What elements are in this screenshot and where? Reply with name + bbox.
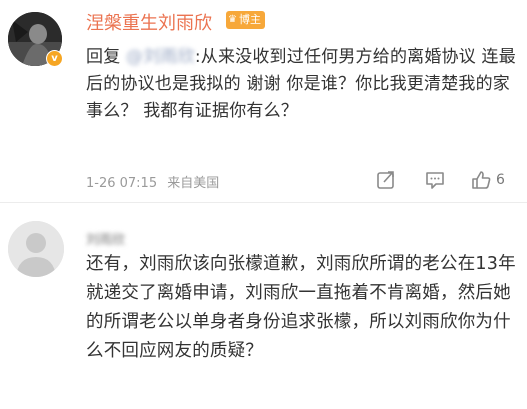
default-avatar-icon <box>8 221 64 277</box>
like-button[interactable]: 6 <box>470 168 505 192</box>
verified-badge-icon: v <box>46 50 63 67</box>
blogger-badge-label: 博主 <box>238 13 261 26</box>
thumbs-up-icon <box>472 171 491 189</box>
comment-item: v 涅槃重生刘雨欣 ♛ 博主 回复 @刘雨欣:从来没收到过任何男方给的离婚协议 … <box>0 0 527 202</box>
forward-button[interactable] <box>375 168 397 192</box>
blogger-badge: ♛ 博主 <box>226 11 265 29</box>
comment-username[interactable]: 刘雨欣 <box>86 229 125 248</box>
comment-source: 来自美国 <box>167 176 220 191</box>
comment-text: 还有，刘雨欣该向张檬道歉，刘雨欣所谓的老公在13年就递交了离婚申请，刘雨欣一直拖… <box>86 254 516 361</box>
avatar[interactable] <box>8 221 64 277</box>
comment-time: 1-26 07:15 <box>86 176 158 191</box>
crown-icon: ♛ <box>228 14 237 25</box>
reply-button[interactable] <box>424 168 446 192</box>
comment-icon <box>426 172 444 189</box>
share-icon <box>377 171 394 189</box>
comment-meta: 1-26 07:15 来自美国 <box>86 172 219 191</box>
reply-target-link[interactable]: @刘雨欣 <box>126 47 195 67</box>
comment-username[interactable]: 涅槃重生刘雨欣 <box>86 9 212 35</box>
comment-item: 刘雨欣 还有，刘雨欣该向张檬道歉，刘雨欣所谓的老公在13年就递交了离婚申请，刘雨… <box>0 203 527 409</box>
comment-text: 回复 @刘雨欣:从来没收到过任何男方给的离婚协议 连最后的协议也是我拟的 谢谢 … <box>86 44 518 125</box>
like-count: 6 <box>496 172 505 188</box>
reply-prefix: 回复 <box>86 47 121 67</box>
